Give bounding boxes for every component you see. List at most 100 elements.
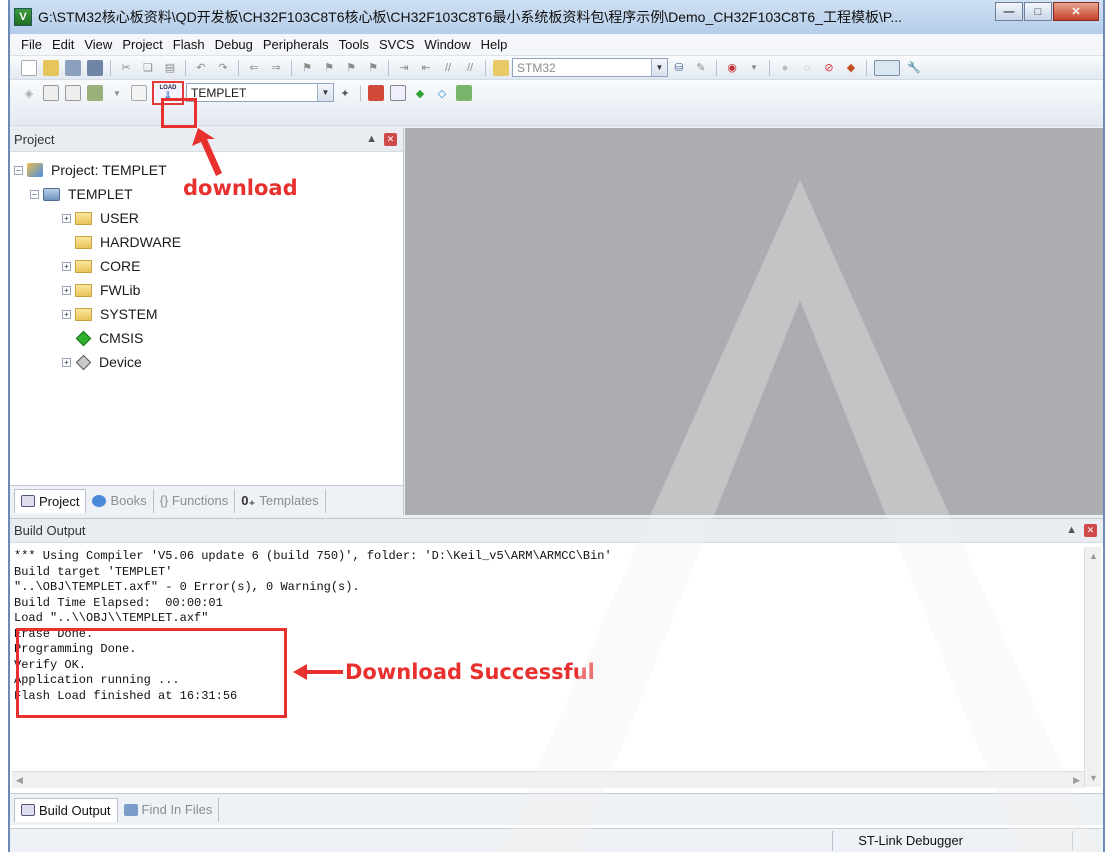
run-time-env-icon[interactable]: ◆ bbox=[412, 85, 428, 101]
menu-view[interactable]: View bbox=[79, 37, 117, 52]
breakpoint-disable-icon[interactable]: ⊘ bbox=[821, 60, 837, 76]
expand-icon[interactable]: + bbox=[62, 357, 71, 367]
editor-area bbox=[405, 128, 1103, 515]
collapse-icon[interactable]: − bbox=[14, 165, 23, 175]
redo-icon[interactable]: ↷ bbox=[215, 60, 231, 76]
paste-icon[interactable]: ▤ bbox=[162, 60, 178, 76]
tree-item-component[interactable]: + Device bbox=[14, 350, 403, 374]
rebuild-icon[interactable] bbox=[65, 85, 81, 101]
device-combo[interactable]: STM32 bbox=[512, 58, 652, 77]
menu-window[interactable]: Window bbox=[419, 37, 475, 52]
menu-svcs[interactable]: SVCS bbox=[374, 37, 419, 52]
tab-functions[interactable]: {} Functions bbox=[154, 488, 236, 513]
menu-edit[interactable]: Edit bbox=[47, 37, 79, 52]
tab-build-output[interactable]: Build Output bbox=[14, 797, 118, 822]
new-file-icon[interactable] bbox=[21, 59, 37, 76]
target-combo[interactable]: TEMPLET ▼ bbox=[186, 83, 334, 102]
expand-icon[interactable]: + bbox=[62, 261, 71, 271]
uncomment-icon[interactable]: // bbox=[462, 60, 478, 76]
folder-icon bbox=[75, 211, 92, 225]
select-packs-icon[interactable] bbox=[390, 85, 406, 101]
title-bar: V G:\STM32核心板资料\QD开发板\CH32F103C8T6核心板\CH… bbox=[10, 0, 1103, 34]
breakpoint-enable-icon[interactable]: ○ bbox=[799, 60, 815, 76]
breakpoint-insert-icon[interactable]: ● bbox=[777, 60, 793, 76]
undo-icon[interactable]: ↶ bbox=[193, 60, 209, 76]
tree-item-component[interactable]: CMSIS bbox=[14, 326, 403, 350]
expand-icon[interactable]: + bbox=[62, 285, 71, 295]
menu-project[interactable]: Project bbox=[117, 37, 167, 52]
prev-bookmark-icon[interactable]: ⚑ bbox=[321, 60, 337, 76]
tab-templates[interactable]: 0₊ Templates bbox=[235, 488, 326, 513]
save-all-icon[interactable] bbox=[87, 59, 103, 76]
scroll-up-icon[interactable]: ▲ bbox=[1089, 551, 1098, 561]
menu-peripherals[interactable]: Peripherals bbox=[258, 37, 334, 52]
pin-icon[interactable]: ▲ bbox=[366, 133, 377, 145]
batch-build-icon[interactable] bbox=[87, 85, 103, 101]
close-icon[interactable]: ✕ bbox=[384, 133, 397, 146]
vertical-scrollbar[interactable]: ▲ ▼ bbox=[1084, 547, 1101, 787]
tab-project[interactable]: Project bbox=[14, 488, 87, 513]
build-icon[interactable] bbox=[43, 85, 59, 101]
indent-icon[interactable]: ⇥ bbox=[396, 60, 412, 76]
incremental-find-icon[interactable]: ✎ bbox=[693, 60, 709, 76]
scroll-left-icon[interactable]: ◀ bbox=[16, 775, 23, 786]
menu-file[interactable]: File bbox=[16, 37, 47, 52]
search-dropdown[interactable]: ▼ bbox=[651, 58, 668, 77]
books-icon bbox=[92, 494, 107, 507]
tab-books[interactable]: Books bbox=[86, 488, 154, 513]
window-layout-icon[interactable] bbox=[874, 59, 900, 76]
tab-find-in-files[interactable]: Find In Files bbox=[118, 797, 220, 822]
nav-back-icon[interactable]: ⇐ bbox=[246, 60, 262, 76]
expand-icon[interactable]: + bbox=[62, 213, 71, 223]
menu-flash[interactable]: Flash bbox=[168, 37, 210, 52]
tab-label: {} Functions bbox=[159, 493, 229, 508]
bookmark-icon[interactable]: ⚑ bbox=[299, 60, 315, 76]
menu-debug[interactable]: Debug bbox=[210, 37, 258, 52]
collapse-icon[interactable]: − bbox=[30, 189, 39, 199]
save-icon[interactable] bbox=[65, 59, 81, 76]
breakpoint-kill-icon[interactable]: ◆ bbox=[843, 60, 859, 76]
pack-installer-icon[interactable]: ◇ bbox=[434, 85, 450, 101]
close-icon[interactable]: ✕ bbox=[1084, 524, 1097, 537]
chevron-down-icon[interactable]: ▼ bbox=[317, 84, 333, 101]
pin-icon[interactable]: ▲ bbox=[1066, 524, 1077, 536]
configure-icon[interactable]: 🔧 bbox=[906, 60, 922, 76]
chevron-down-icon[interactable]: ▼ bbox=[651, 59, 667, 76]
tree-item-group[interactable]: + USER bbox=[14, 206, 403, 230]
minimize-button[interactable]: — bbox=[995, 2, 1023, 21]
copy-icon[interactable]: ❏ bbox=[140, 60, 156, 76]
debug-session-icon[interactable]: ◉ bbox=[724, 60, 740, 76]
expand-icon[interactable]: + bbox=[62, 309, 71, 319]
unindent-icon[interactable]: ⇤ bbox=[418, 60, 434, 76]
stop-build-icon[interactable] bbox=[131, 85, 147, 101]
target-options-icon[interactable]: ✦ bbox=[337, 85, 353, 101]
manage-project-items-icon[interactable] bbox=[368, 85, 384, 101]
menu-help[interactable]: Help bbox=[476, 37, 513, 52]
chevron-down-icon[interactable]: ▼ bbox=[109, 85, 125, 101]
toolbar-separator bbox=[185, 59, 186, 76]
find-in-files-icon[interactable] bbox=[493, 59, 509, 76]
tree-item-group[interactable]: + CORE bbox=[14, 254, 403, 278]
nav-forward-icon[interactable]: ⇒ bbox=[268, 60, 284, 76]
menu-tools[interactable]: Tools bbox=[334, 37, 374, 52]
tree-item-group[interactable]: + FWLib bbox=[14, 278, 403, 302]
cut-icon[interactable]: ✂ bbox=[118, 60, 134, 76]
find-icon[interactable]: ⛁ bbox=[671, 60, 687, 76]
chevron-down-icon[interactable]: ▼ bbox=[746, 60, 762, 76]
tree-item-group[interactable]: + SYSTEM bbox=[14, 302, 403, 326]
scroll-right-icon[interactable]: ▶ bbox=[1073, 775, 1080, 786]
tree-item-group[interactable]: HARDWARE bbox=[14, 230, 403, 254]
next-bookmark-icon[interactable]: ⚑ bbox=[343, 60, 359, 76]
status-bar: ST-Link Debugger bbox=[10, 828, 1103, 852]
open-file-icon[interactable] bbox=[43, 59, 59, 76]
clear-bookmarks-icon[interactable]: ⚑ bbox=[365, 60, 381, 76]
pack-manager-icon[interactable] bbox=[456, 85, 472, 101]
translate-icon[interactable]: ◈ bbox=[21, 85, 37, 101]
maximize-button[interactable]: □ bbox=[1024, 2, 1052, 21]
status-debugger: ST-Link Debugger bbox=[858, 833, 963, 848]
horizontal-scrollbar[interactable]: ◀ ▶ bbox=[12, 771, 1084, 788]
build-output-header: Build Output ▲ ✕ bbox=[10, 519, 1103, 543]
scroll-down-icon[interactable]: ▼ bbox=[1089, 773, 1098, 783]
close-button[interactable]: ✕ bbox=[1053, 2, 1099, 21]
comment-icon[interactable]: // bbox=[440, 60, 456, 76]
